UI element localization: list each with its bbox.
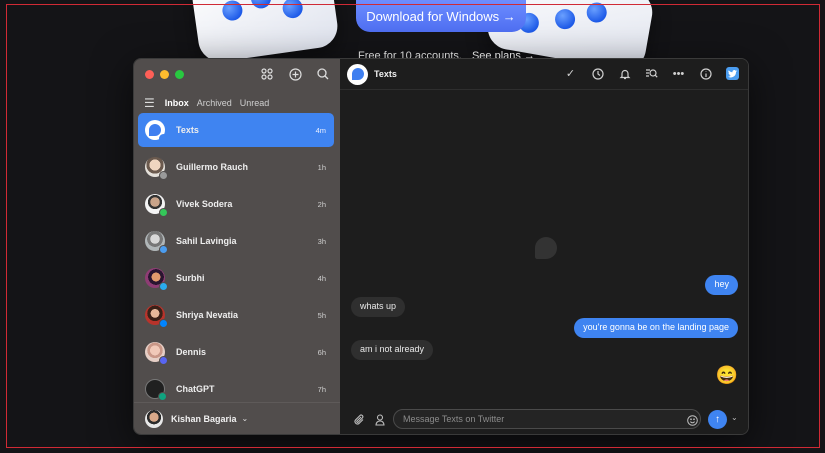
- download-windows-button[interactable]: Download for Windows →: [356, 0, 526, 32]
- sidebar-toolbar: [260, 67, 330, 81]
- chat-avatar: [347, 63, 368, 85]
- conversation-name: Guillermo Rauch: [176, 162, 249, 172]
- conversation-time: 1h: [317, 162, 326, 172]
- emoji-picker-icon[interactable]: [685, 413, 699, 427]
- message-outgoing-emoji: 😄: [715, 365, 738, 385]
- message-incoming: am i not already: [351, 340, 434, 360]
- paperclip-icon[interactable]: [352, 413, 366, 427]
- conversation-item-texts[interactable]: Texts 4m: [138, 113, 334, 147]
- filter-unread-tab[interactable]: Unread: [240, 98, 270, 108]
- platform-badge-icon: [159, 245, 168, 254]
- message-outgoing: you're gonna be on the landing page: [574, 318, 738, 338]
- chat-title: Texts: [374, 69, 397, 79]
- hamburger-menu-icon[interactable]: ☰: [144, 96, 155, 110]
- avatar: [145, 409, 163, 428]
- avatar: [145, 268, 168, 291]
- conversation-time: 5h: [317, 310, 326, 320]
- filter-inbox-tab[interactable]: Inbox: [165, 98, 189, 108]
- chat-pane: Texts ✓ ••• hey whats up you're gonna be…: [340, 59, 748, 434]
- conversation-item-vivek-sodera[interactable]: Vivek Sodera 2h: [138, 187, 334, 221]
- message-composer: ↑ ⌄: [340, 402, 748, 434]
- landing-page: Download for Windows → Free for 10 accou…: [0, 0, 825, 453]
- conversation-item-dennis[interactable]: Dennis 6h: [138, 335, 334, 369]
- conversation-time: 4m: [315, 125, 326, 135]
- conversation-name: ChatGPT: [176, 384, 215, 394]
- avatar: [145, 305, 168, 328]
- more-options-icon[interactable]: •••: [672, 67, 685, 80]
- platform-badge-icon: [159, 356, 168, 365]
- avatar: [145, 157, 168, 180]
- chat-header: Texts ✓ •••: [340, 59, 748, 90]
- conversation-name: Vivek Sodera: [176, 199, 233, 209]
- window-controls: [145, 70, 184, 79]
- platform-badge-icon: [158, 392, 167, 401]
- conversation-name: Sahil Lavingia: [176, 236, 237, 246]
- minimize-window-button[interactable]: [160, 70, 169, 79]
- sidebar: ☰ Inbox Archived Unread Texts 4m Guiller…: [134, 59, 340, 434]
- twitter-icon[interactable]: [726, 67, 739, 80]
- search-icon[interactable]: [316, 67, 330, 81]
- platform-badge-icon: [159, 282, 168, 291]
- conversation-name: Shriya Nevatia: [176, 310, 239, 320]
- conversation-item-chatgpt[interactable]: ChatGPT 7h: [138, 372, 334, 406]
- bell-icon[interactable]: [618, 67, 631, 80]
- conversation-time: 3h: [317, 236, 326, 246]
- filter-archived-tab[interactable]: Archived: [197, 98, 232, 108]
- conversation-item-sahil-lavingia[interactable]: Sahil Lavingia 3h: [138, 224, 334, 258]
- search-messages-icon[interactable]: [645, 67, 658, 80]
- conversation-item-surbhi[interactable]: Surbhi 4h: [138, 261, 334, 295]
- grid-icon[interactable]: [260, 67, 274, 81]
- maximize-window-button[interactable]: [175, 70, 184, 79]
- conversation-item-shriya-nevatia[interactable]: Shriya Nevatia 5h: [138, 298, 334, 332]
- platform-badge-icon: [159, 134, 168, 143]
- conversation-name: Texts: [176, 125, 199, 135]
- decorative-dice-left: [189, 0, 341, 65]
- chat-bubble-icon: [535, 237, 557, 259]
- conversation-time: 7h: [317, 384, 326, 394]
- message-outgoing: hey: [705, 275, 738, 295]
- chevron-down-icon: ⌄: [241, 414, 249, 423]
- avatar: [145, 194, 168, 217]
- inbox-filters: ☰ Inbox Archived Unread: [144, 96, 269, 110]
- info-icon[interactable]: [699, 67, 712, 80]
- platform-badge-icon: [159, 171, 168, 180]
- avatar: [145, 379, 167, 401]
- message-input[interactable]: [393, 409, 701, 429]
- conversation-name: Dennis: [176, 347, 207, 357]
- clock-icon[interactable]: [591, 67, 604, 80]
- platform-badge-icon: [159, 319, 168, 328]
- conversation-list: Texts 4m Guillermo Rauch 1h Vivek Sodera…: [138, 113, 334, 409]
- send-button[interactable]: ↑: [708, 410, 727, 429]
- new-chat-icon[interactable]: [288, 67, 302, 81]
- account-name: Kishan Bagaria: [171, 413, 237, 424]
- conversation-time: 2h: [317, 199, 326, 209]
- checkmark-icon[interactable]: ✓: [564, 67, 577, 80]
- account-switcher[interactable]: Kishan Bagaria ⌄: [134, 402, 340, 434]
- avatar: [145, 231, 168, 254]
- avatar: [145, 342, 168, 365]
- chevron-down-icon[interactable]: ⌄: [731, 413, 738, 422]
- message-incoming: whats up: [351, 297, 406, 317]
- close-window-button[interactable]: [145, 70, 154, 79]
- conversation-time: 6h: [317, 347, 326, 357]
- platform-badge-icon: [159, 208, 168, 217]
- conversation-name: Surbhi: [176, 273, 205, 283]
- conversation-time: 4h: [317, 273, 326, 283]
- conversation-item-guillermo-rauch[interactable]: Guillermo Rauch 1h: [138, 150, 334, 184]
- person-icon[interactable]: [373, 413, 387, 427]
- avatar: [145, 120, 168, 143]
- chat-actions: ✓ •••: [564, 67, 739, 80]
- app-window: ☰ Inbox Archived Unread Texts 4m Guiller…: [133, 58, 749, 435]
